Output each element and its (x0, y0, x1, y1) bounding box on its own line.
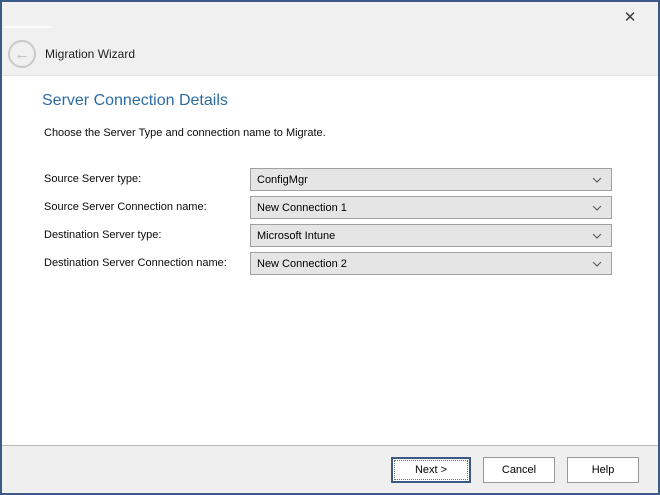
close-icon: ✕ (624, 10, 637, 25)
cancel-button[interactable]: Cancel (483, 457, 555, 483)
back-button[interactable]: ← (8, 40, 36, 68)
label-destination-connection-name: Destination Server Connection name: (44, 252, 227, 275)
dropdown-selected-value: New Connection 2 (257, 258, 347, 270)
arrow-left-icon: ← (15, 47, 30, 62)
wizard-header: ✕ ← Migration Wizard (2, 2, 658, 76)
wizard-title: Migration Wizard (45, 47, 135, 61)
close-button[interactable]: ✕ (618, 6, 642, 28)
label-source-connection-name: Source Server Connection name: (44, 196, 207, 219)
form-row-destination-connection-name: Destination Server Connection name: New … (42, 252, 612, 275)
migration-wizard-window: ✕ ← Migration Wizard Server Connection D… (0, 0, 660, 495)
next-button[interactable]: Next > (391, 457, 471, 483)
chevron-down-icon (592, 205, 602, 211)
dropdown-selected-value: New Connection 1 (257, 202, 347, 214)
label-source-server-type: Source Server type: (44, 168, 141, 191)
page-heading: Server Connection Details (42, 92, 228, 110)
form-row-source-connection-name: Source Server Connection name: New Conne… (42, 196, 612, 219)
dropdown-selected-value: Microsoft Intune (257, 230, 335, 242)
dropdown-destination-connection-name[interactable]: New Connection 2 (250, 252, 612, 275)
page-description: Choose the Server Type and connection na… (44, 127, 326, 139)
form-row-destination-server-type: Destination Server type: Microsoft Intun… (42, 224, 612, 247)
dropdown-destination-server-type[interactable]: Microsoft Intune (250, 224, 612, 247)
chevron-down-icon (592, 233, 602, 239)
titlebar-highlight (5, 26, 52, 28)
dropdown-selected-value: ConfigMgr (257, 174, 308, 186)
form-row-source-server-type: Source Server type: ConfigMgr (42, 168, 612, 191)
dropdown-source-server-type[interactable]: ConfigMgr (250, 168, 612, 191)
chevron-down-icon (592, 261, 602, 267)
chevron-down-icon (592, 177, 602, 183)
label-destination-server-type: Destination Server type: (44, 224, 161, 247)
dropdown-source-connection-name[interactable]: New Connection 1 (250, 196, 612, 219)
help-button[interactable]: Help (567, 457, 639, 483)
footer-button-bar: Next > Cancel Help (2, 446, 658, 493)
